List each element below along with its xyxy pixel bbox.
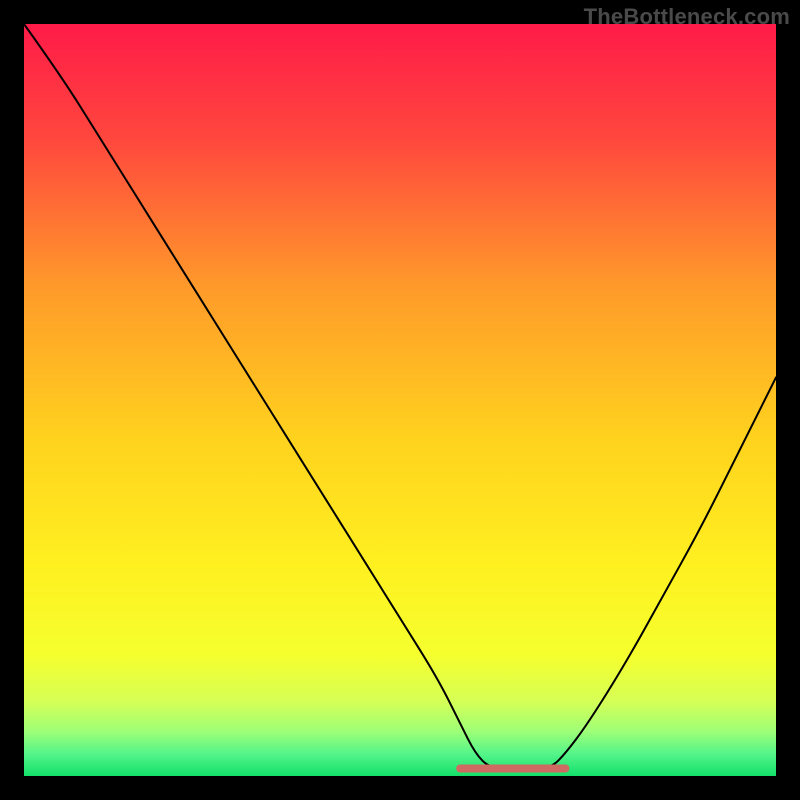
gradient-background: [24, 24, 776, 776]
bottleneck-chart: [24, 24, 776, 776]
chart-frame: TheBottleneck.com: [0, 0, 800, 800]
watermark-text: TheBottleneck.com: [584, 4, 790, 30]
